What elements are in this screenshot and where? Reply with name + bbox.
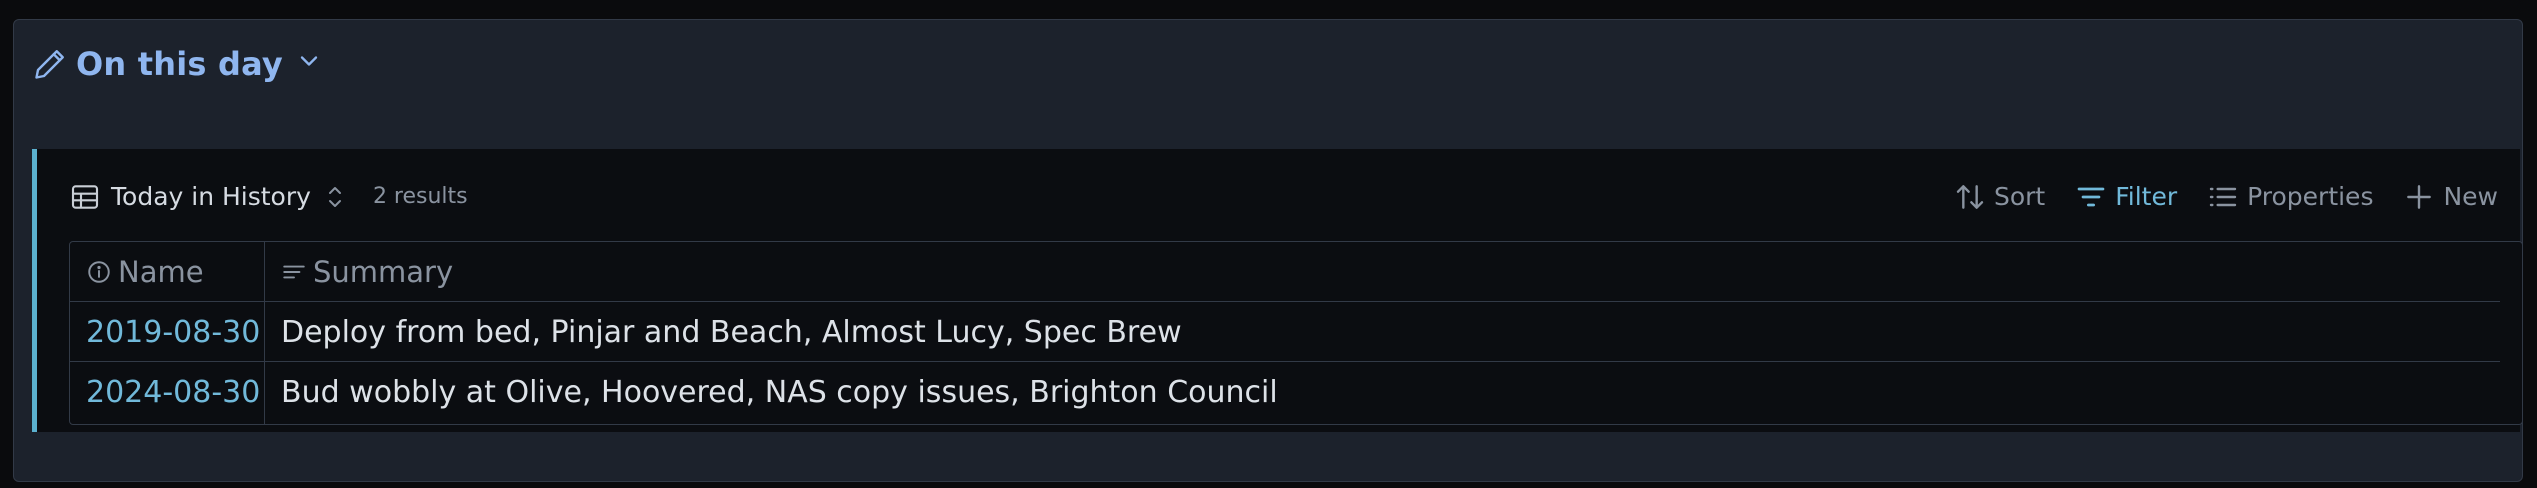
view-name[interactable]: Today in History: [111, 177, 311, 217]
column-header-summary-label: Summary: [313, 255, 454, 289]
summary-cell[interactable]: Bud wobbly at Olive, Hoovered, NAS copy …: [265, 362, 2465, 422]
properties-button[interactable]: Properties: [2207, 177, 2373, 217]
page: On this day Today in History 2 results S…: [0, 0, 2537, 488]
summary-cell[interactable]: Deploy from bed, Pinjar and Beach, Almos…: [265, 302, 2465, 362]
filter-label: Filter: [2115, 182, 2178, 211]
list-icon: [2209, 187, 2237, 207]
properties-label: Properties: [2247, 182, 2374, 211]
page-link[interactable]: 2024-08-30: [86, 375, 260, 410]
on-this-day-block: On this day Today in History 2 results S…: [13, 19, 2523, 482]
new-button[interactable]: New: [2403, 177, 2498, 217]
filter-button[interactable]: Filter: [2075, 177, 2177, 217]
pencil-icon[interactable]: [32, 46, 68, 82]
chevron-down-icon[interactable]: [295, 47, 323, 75]
database-table: Name Summary 2019-08-30 Deploy from bed,…: [69, 241, 2523, 425]
filter-icon: [2077, 187, 2105, 207]
info-icon: [88, 261, 110, 283]
block-title[interactable]: On this day: [76, 42, 283, 86]
text-lines-icon: [283, 265, 305, 279]
sort-label: Sort: [1993, 182, 2046, 211]
view-switcher[interactable]: Today in History 2 results: [69, 177, 468, 217]
new-label: New: [2443, 182, 2498, 211]
column-header-name-label: Name: [118, 255, 204, 289]
column-header-name[interactable]: Name: [70, 242, 264, 302]
summary-text: Bud wobbly at Olive, Hoovered, NAS copy …: [281, 374, 1278, 410]
plus-icon: [2407, 185, 2432, 209]
name-cell[interactable]: 2019-08-30: [70, 302, 264, 362]
block-header: On this day: [32, 42, 323, 86]
database-view: Today in History 2 results Sort Filter P…: [32, 149, 2523, 432]
sort-button[interactable]: Sort: [1954, 177, 2045, 217]
column-header-summary[interactable]: Summary: [265, 242, 2465, 302]
summary-text: Deploy from bed, Pinjar and Beach, Almos…: [281, 314, 1182, 350]
name-cell[interactable]: 2024-08-30: [70, 362, 264, 422]
table-icon: [71, 185, 99, 209]
sort-icon: [1956, 185, 1984, 209]
toolbar-actions: Sort Filter Properties New: [1924, 177, 2498, 217]
page-link[interactable]: 2019-08-30: [86, 315, 260, 350]
database-toolbar: Today in History 2 results Sort Filter P…: [37, 149, 2520, 233]
result-count: 2 results: [372, 184, 468, 209]
chevron-up-down-icon[interactable]: [323, 183, 347, 211]
